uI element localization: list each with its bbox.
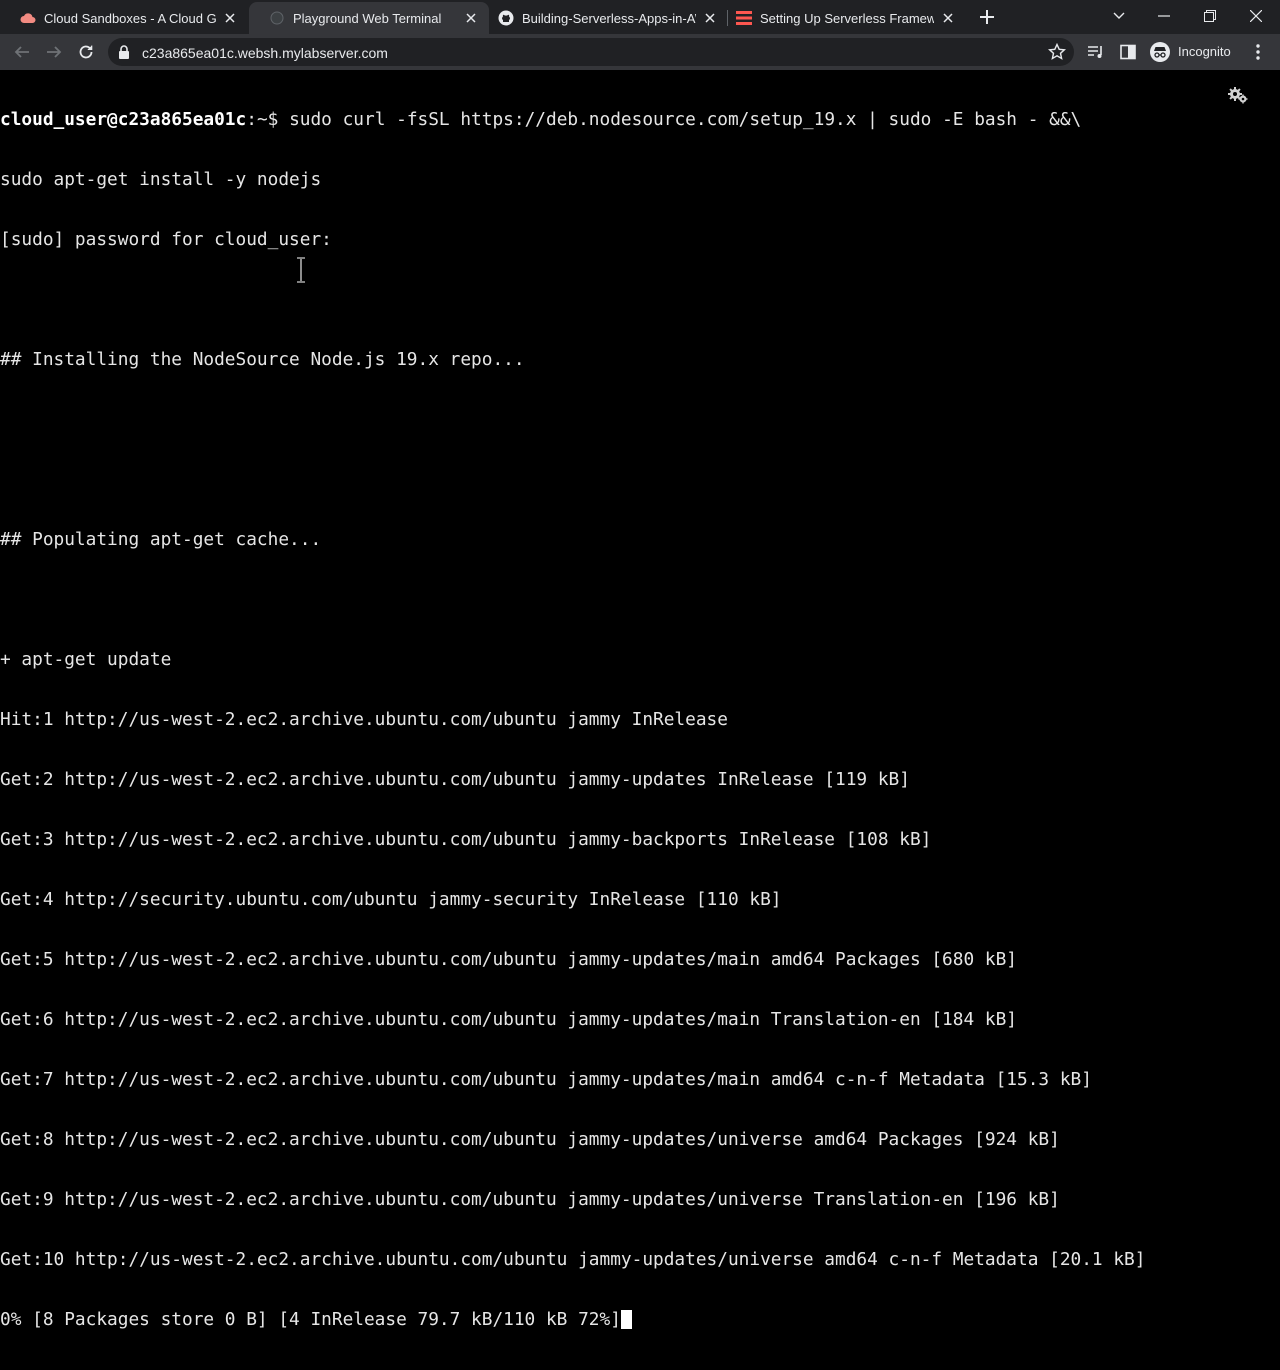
lock-icon[interactable] (118, 45, 130, 64)
minimize-button[interactable] (1154, 6, 1174, 26)
progress-line: 0% [8 Packages store 0 B] [4 InRelease 7… (0, 1310, 1145, 1330)
tab-search-button[interactable] (1109, 6, 1129, 26)
terminal-line: Get:3 http://us-west-2.ec2.archive.ubunt… (0, 829, 932, 850)
web-terminal[interactable]: cloud_user@c23a865ea01c:~$ sudo curl -fs… (0, 70, 1280, 1330)
prompt-path: :~$ (246, 109, 290, 130)
terminal-output: cloud_user@c23a865ea01c:~$ sudo curl -fs… (0, 70, 1145, 1370)
text-cursor-icon (296, 257, 306, 288)
command-line: cloud_user@c23a865ea01c:~$ sudo curl -fs… (0, 110, 1145, 130)
side-panel-icon[interactable] (1118, 42, 1138, 62)
address-bar[interactable]: c23a865ea01c.websh.mylabserver.com (108, 38, 1074, 66)
close-icon[interactable] (463, 10, 479, 26)
tab-title: Cloud Sandboxes - A Cloud Guru (44, 10, 216, 26)
terminal-line: [sudo] password for cloud_user: (0, 229, 332, 250)
back-button[interactable] (12, 42, 32, 62)
url-text: c23a865ea01c.websh.mylabserver.com (142, 45, 388, 61)
terminal-line: ## Populating apt-get cache... (0, 529, 322, 550)
terminal-line: Get:2 http://us-west-2.ec2.archive.ubunt… (0, 769, 910, 790)
terminal-line: Get:5 http://us-west-2.ec2.archive.ubunt… (0, 949, 1017, 970)
reload-button[interactable] (76, 42, 96, 62)
forward-button[interactable] (44, 42, 64, 62)
tab-cloud-sandboxes[interactable]: Cloud Sandboxes - A Cloud Guru (0, 2, 248, 34)
media-controls-icon[interactable] (1086, 42, 1106, 62)
terminal-line: Hit:1 http://us-west-2.ec2.archive.ubunt… (0, 709, 728, 730)
tab-title: Setting Up Serverless Framework (760, 10, 934, 26)
progress-text: 0% [8 Packages store 0 B] [4 InRelease 7… (0, 1309, 621, 1330)
restore-button[interactable] (1200, 6, 1220, 26)
new-tab-button[interactable] (978, 8, 996, 26)
tab-title: Playground Web Terminal (293, 10, 442, 26)
terminal-cursor (620, 1310, 632, 1329)
settings-gears-icon[interactable] (1227, 85, 1249, 110)
terminal-line: + apt-get update (0, 649, 172, 670)
bookmark-star-icon[interactable] (1047, 42, 1067, 66)
close-icon[interactable] (940, 10, 956, 26)
serverless-icon (736, 10, 752, 26)
tab-setting-up-serverless[interactable]: Setting Up Serverless Framework (716, 2, 966, 34)
tab-title: Building-Serverless-Apps-in-AWS (522, 10, 696, 26)
terminal-line: Get:9 http://us-west-2.ec2.archive.ubunt… (0, 1189, 1060, 1210)
incognito-label: Incognito (1178, 44, 1231, 59)
browser-toolbar: c23a865ea01c.websh.mylabserver.com Incog… (0, 34, 1280, 70)
prompt-user-host: cloud_user@c23a865ea01c (0, 109, 247, 130)
terminal-line: Get:8 http://us-west-2.ec2.archive.ubunt… (0, 1129, 1060, 1150)
kebab-menu-icon[interactable] (1248, 42, 1268, 62)
terminal-line: Get:4 http://security.ubuntu.com/ubuntu … (0, 889, 782, 910)
terminal-line: ## Installing the NodeSource Node.js 19.… (0, 349, 525, 370)
terminal-line: sudo apt-get install -y nodejs (0, 169, 322, 190)
tab-playground-web-terminal[interactable]: Playground Web Terminal (249, 2, 489, 34)
cloud-icon (20, 10, 36, 26)
close-icon[interactable] (222, 10, 238, 26)
globe-icon (269, 10, 285, 26)
github-icon (498, 10, 514, 26)
command-text: sudo curl -fsSL https://deb.nodesource.c… (289, 109, 1082, 130)
terminal-line: Get:10 http://us-west-2.ec2.archive.ubun… (0, 1249, 1146, 1270)
incognito-icon[interactable] (1150, 42, 1170, 62)
tab-building-serverless-apps[interactable]: Building-Serverless-Apps-in-AWS (478, 2, 728, 34)
terminal-line: Get:7 http://us-west-2.ec2.archive.ubunt… (0, 1069, 1092, 1090)
browser-tab-strip: Cloud Sandboxes - A Cloud Guru Playgroun… (0, 0, 1280, 34)
terminal-line: Get:6 http://us-west-2.ec2.archive.ubunt… (0, 1009, 1017, 1030)
close-window-button[interactable] (1246, 6, 1266, 26)
